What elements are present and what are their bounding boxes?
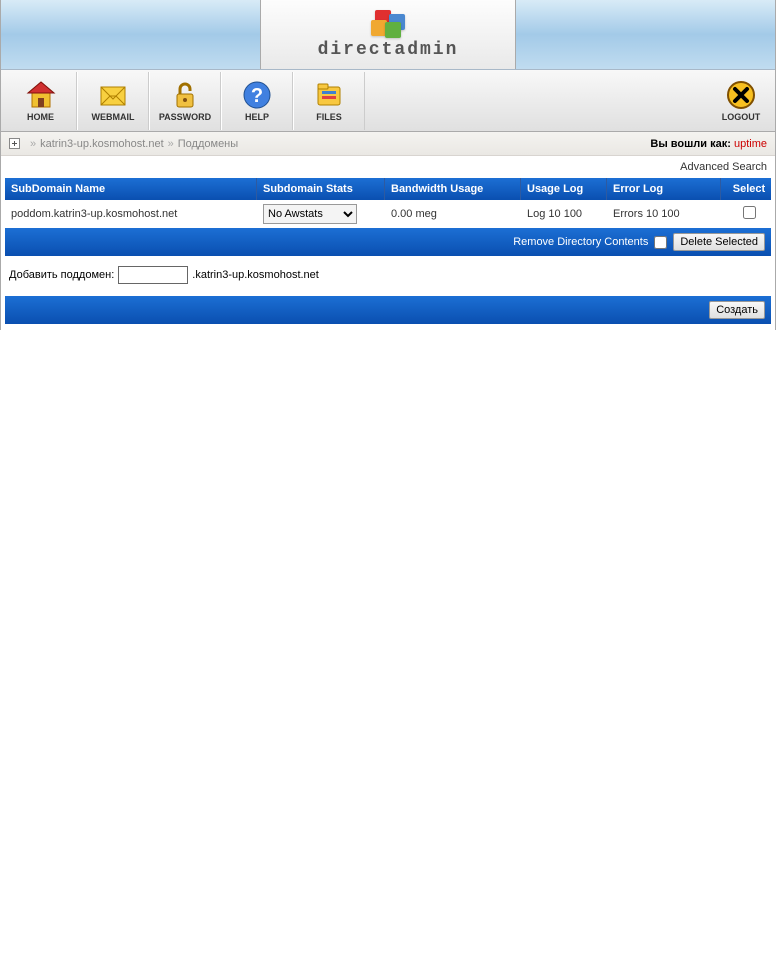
password-label: PASSWORD xyxy=(159,112,211,122)
webmail-icon xyxy=(97,79,129,111)
table-header: SubDomain Name Subdomain Stats Bandwidth… xyxy=(5,178,771,200)
logo-panel: directadmin xyxy=(260,0,516,69)
help-button[interactable]: ? HELP xyxy=(221,72,293,130)
login-label: Вы вошли как: xyxy=(650,138,731,150)
login-status: Вы вошли как: uptime xyxy=(650,138,767,150)
cell-usagelog[interactable]: Log 10 100 xyxy=(521,208,607,220)
home-button[interactable]: HOME xyxy=(5,72,77,130)
cell-errorlog[interactable]: Errors 10 100 xyxy=(607,208,721,220)
add-suffix: .katrin3-up.kosmohost.net xyxy=(192,269,319,281)
add-label: Добавить поддомен: xyxy=(9,269,114,281)
svg-text:?: ? xyxy=(251,85,263,107)
home-label: HOME xyxy=(27,112,54,122)
stats-select[interactable]: No Awstats xyxy=(263,204,357,224)
logout-label: LOGOUT xyxy=(722,112,761,122)
th-errorlog[interactable]: Error Log xyxy=(607,178,721,200)
th-select[interactable]: Select xyxy=(721,178,771,200)
password-icon xyxy=(169,79,201,111)
advanced-search-bar: Advanced Search xyxy=(1,156,775,178)
login-user[interactable]: uptime xyxy=(734,138,767,150)
table-row: poddom.katrin3-up.kosmohost.net No Awsta… xyxy=(5,200,771,228)
files-button[interactable]: FILES xyxy=(293,72,365,130)
help-icon: ? xyxy=(241,79,273,111)
home-icon xyxy=(25,79,57,111)
breadcrumb: » katrin3-up.kosmohost.net » Поддомены В… xyxy=(1,132,775,156)
cell-bandwidth: 0.00 meg xyxy=(385,208,521,220)
breadcrumb-sep: » xyxy=(30,138,36,150)
files-label: FILES xyxy=(316,112,342,122)
password-button[interactable]: PASSWORD xyxy=(149,72,221,130)
cell-select xyxy=(721,206,771,222)
expand-icon[interactable] xyxy=(9,138,20,149)
th-usagelog[interactable]: Usage Log xyxy=(521,178,607,200)
add-subdomain-bar: Добавить поддомен: .katrin3-up.kosmohost… xyxy=(5,256,771,294)
create-button[interactable]: Создать xyxy=(709,301,765,319)
breadcrumb-domain[interactable]: katrin3-up.kosmohost.net xyxy=(40,138,164,150)
remove-dir-checkbox[interactable] xyxy=(654,236,667,249)
cell-subdomain[interactable]: poddom.katrin3-up.kosmohost.net xyxy=(5,208,257,220)
advanced-search-link[interactable]: Advanced Search xyxy=(680,161,767,173)
th-bandwidth[interactable]: Bandwidth Usage xyxy=(385,178,521,200)
logout-icon xyxy=(725,79,757,111)
main-toolbar: HOME WEBMAIL PASSWORD ? HELP FILES xyxy=(1,70,775,132)
th-subdomain[interactable]: SubDomain Name xyxy=(5,178,257,200)
delete-selected-button[interactable]: Delete Selected xyxy=(673,233,765,251)
create-bar: Создать xyxy=(5,296,771,324)
webmail-button[interactable]: WEBMAIL xyxy=(77,72,149,130)
breadcrumb-page: Поддомены xyxy=(178,138,238,150)
brand-text: directadmin xyxy=(318,40,459,60)
add-subdomain-input[interactable] xyxy=(118,266,188,284)
header-banner: directadmin xyxy=(1,0,775,70)
breadcrumb-sep: » xyxy=(168,138,174,150)
help-label: HELP xyxy=(245,112,269,122)
row-checkbox[interactable] xyxy=(743,206,756,219)
logo-icon xyxy=(371,10,405,36)
files-icon xyxy=(313,79,345,111)
th-stats[interactable]: Subdomain Stats xyxy=(257,178,385,200)
logout-button[interactable]: LOGOUT xyxy=(711,72,771,130)
table-footer: Remove Directory Contents Delete Selecte… xyxy=(5,228,771,256)
webmail-label: WEBMAIL xyxy=(92,112,135,122)
remove-dir-label: Remove Directory Contents xyxy=(513,236,648,248)
cell-stats: No Awstats xyxy=(257,204,385,224)
